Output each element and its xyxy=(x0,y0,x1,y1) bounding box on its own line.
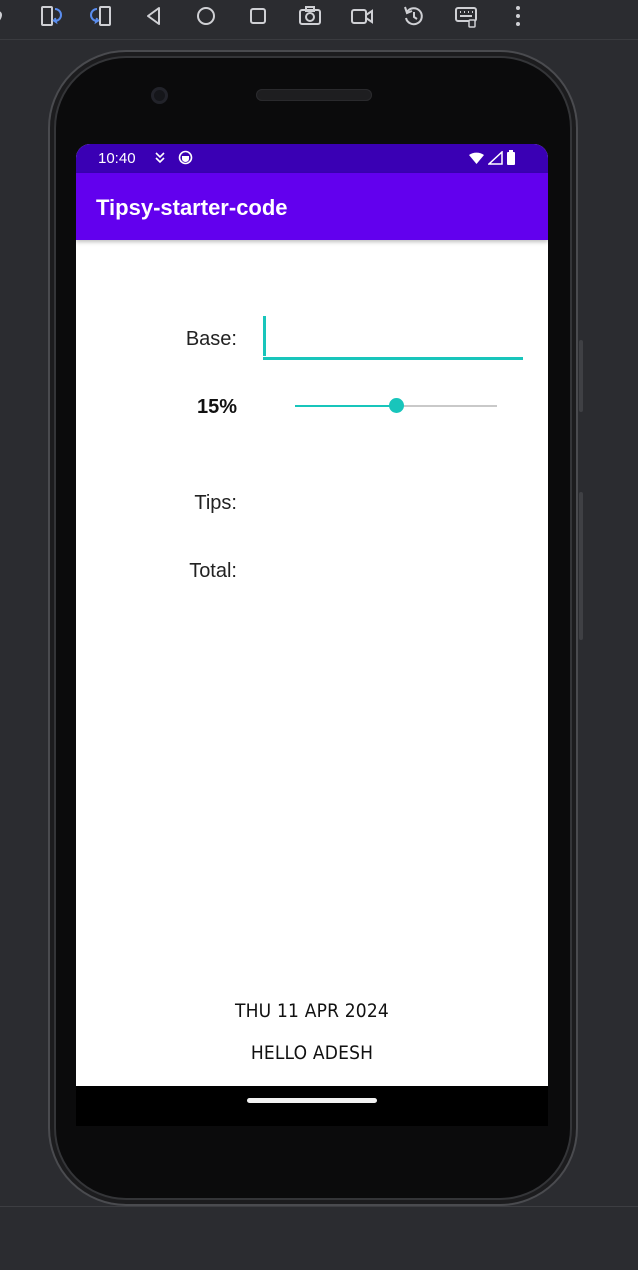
app-notification-icon xyxy=(178,150,193,165)
base-label: Base: xyxy=(185,328,237,350)
tips-label: Tips: xyxy=(194,492,237,514)
app-bar: Tipsy-starter-code xyxy=(76,173,548,240)
emulator-bottom-bar xyxy=(0,1206,638,1270)
date-text: THU 11 APR 2024 xyxy=(234,1000,389,1022)
text-cursor xyxy=(263,316,266,356)
total-label: Total: xyxy=(189,560,237,582)
home-gesture-handle[interactable] xyxy=(247,1098,377,1103)
keyboard-icon[interactable] xyxy=(448,0,484,32)
earpiece-speaker xyxy=(256,89,372,101)
wifi-icon xyxy=(469,152,484,164)
power-button[interactable] xyxy=(579,340,583,412)
overview-icon[interactable] xyxy=(240,0,276,32)
gesture-nav-bar xyxy=(76,1086,548,1126)
tip-percent-label: 15% xyxy=(196,396,237,418)
app-title: Tipsy-starter-code xyxy=(96,195,288,220)
download-icon xyxy=(155,152,165,164)
home-icon[interactable] xyxy=(188,0,224,32)
slider-fill xyxy=(295,405,396,407)
battery-icon xyxy=(507,150,515,165)
greeting-text: HELLO ADESH xyxy=(250,1042,374,1064)
signal-icon xyxy=(488,150,503,165)
device-screen: 10:40 Tipsy-starter-code Base: 15% Tips:… xyxy=(76,144,548,1086)
rotate-right-icon[interactable] xyxy=(84,0,120,32)
status-bar: 10:40 xyxy=(76,144,548,173)
status-time: 10:40 xyxy=(98,150,136,167)
status-notification-icons xyxy=(154,150,193,165)
tip-percent-slider[interactable] xyxy=(295,396,497,416)
snapshot-restore-icon[interactable] xyxy=(396,0,432,32)
screen-record-icon[interactable] xyxy=(344,0,380,32)
more-options-icon[interactable] xyxy=(500,0,536,32)
emulator-toolbar xyxy=(0,0,638,40)
volume-button[interactable] xyxy=(579,492,583,640)
rotate-left-icon[interactable] xyxy=(32,0,68,32)
partial-icon[interactable] xyxy=(0,0,26,32)
screenshot-icon[interactable] xyxy=(292,0,328,32)
base-amount-input[interactable] xyxy=(263,316,523,360)
back-icon[interactable] xyxy=(136,0,172,32)
status-system-icons xyxy=(468,150,516,165)
slider-thumb[interactable] xyxy=(389,398,404,413)
front-camera xyxy=(151,87,168,104)
